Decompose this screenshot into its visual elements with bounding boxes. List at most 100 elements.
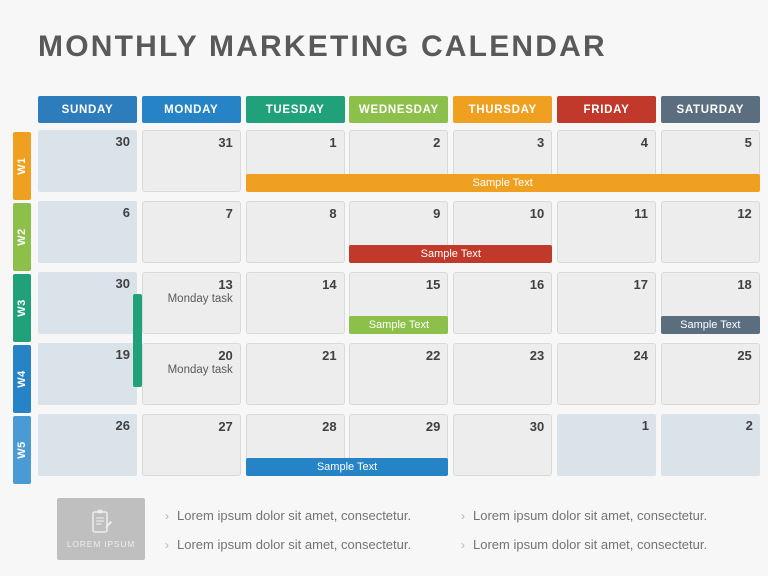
day-cell[interactable]: 19 (38, 343, 137, 405)
day-header-sunday[interactable]: SUNDAY (38, 96, 137, 123)
day-number: 20 (218, 348, 233, 363)
calendar-event-label: Sample Text (420, 248, 481, 260)
calendar-event-label: Sample Text (316, 461, 378, 473)
day-cell[interactable]: 17 (557, 272, 656, 334)
clipboard-pencil-icon (89, 509, 113, 535)
day-header-thursday[interactable]: THURSDAY (453, 96, 553, 123)
day-cell[interactable]: 30 (38, 272, 137, 334)
day-number: 13 (218, 277, 233, 292)
day-cell[interactable]: 2 (660, 414, 760, 476)
day-header-wednesday[interactable]: WEDNESDAY (349, 96, 449, 123)
footer-bullet-text: Lorem ipsum dolor sit amet, consectetur. (177, 537, 412, 552)
day-number: 26 (115, 418, 130, 433)
calendar-event-bar[interactable]: Sample Text (245, 174, 760, 192)
day-cell[interactable]: 30 (453, 414, 553, 476)
day-cell[interactable]: 31 (141, 130, 241, 192)
day-header-tuesday[interactable]: TUESDAY (245, 96, 345, 123)
day-number: 6 (122, 205, 130, 220)
day-number: 8 (329, 206, 337, 221)
chevron-right-icon: › (165, 508, 169, 523)
week-label-text: W5 (16, 441, 28, 459)
day-cell[interactable]: 25 (660, 343, 760, 405)
day-number: 19 (115, 347, 130, 362)
day-cell[interactable]: 21 (245, 343, 345, 405)
footer: LOREM IPSUM › Lorem ipsum dolor sit amet,… (57, 498, 757, 562)
footer-icon-label: LOREM IPSUM (66, 539, 136, 549)
day-header-monday[interactable]: MONDAY (141, 96, 241, 123)
day-cell[interactable]: 7 (141, 201, 241, 263)
footer-icon-box[interactable]: LOREM IPSUM (57, 498, 145, 560)
day-cell[interactable]: 6 (38, 201, 137, 263)
day-cell[interactable]: 20 Monday task (141, 343, 241, 405)
day-header-label: FRIDAY (583, 103, 630, 116)
day-cell[interactable]: 1 (557, 414, 656, 476)
day-number: 28 (322, 419, 337, 434)
day-number: 25 (737, 348, 752, 363)
day-header-label: MONDAY (164, 103, 219, 116)
day-number: 5 (744, 135, 752, 150)
week-label-text: W2 (16, 228, 28, 246)
day-number: 1 (641, 418, 649, 433)
footer-bullet-item: › Lorem ipsum dolor sit amet, consectetur… (461, 530, 757, 559)
day-header-label: SATURDAY (676, 103, 745, 116)
day-number: 24 (633, 348, 648, 363)
day-number: 14 (322, 277, 337, 292)
task-span-marker[interactable] (132, 294, 142, 387)
day-header-row: SUNDAY MONDAY TUESDAY WEDNESDAY THURSDAY FRID… (38, 96, 765, 123)
day-cell[interactable]: 26 (38, 414, 137, 476)
calendar-event-bar[interactable]: Sample Text (245, 458, 449, 476)
day-cell[interactable]: 13 Monday task (141, 272, 241, 334)
day-number: 31 (218, 135, 233, 150)
day-cell[interactable]: 23 (453, 343, 553, 405)
day-header-friday[interactable]: FRIDAY (557, 96, 656, 123)
day-number: 30 (115, 276, 130, 291)
day-cell[interactable]: 22 (349, 343, 449, 405)
day-cell[interactable]: 27 (141, 414, 241, 476)
page-title: MONTHLY MARKETING CALENDAR (38, 30, 607, 63)
day-header-label: SUNDAY (61, 103, 114, 116)
footer-bullet-item: › Lorem ipsum dolor sit amet, consectetur… (165, 530, 461, 559)
day-cell[interactable]: 14 (245, 272, 345, 334)
day-number: 18 (737, 277, 752, 292)
day-number: 21 (322, 348, 337, 363)
footer-bullet-item: › Lorem ipsum dolor sit amet, consectetur… (165, 501, 461, 530)
day-number: 22 (425, 348, 441, 363)
day-number: 11 (634, 206, 648, 221)
footer-bullet-list: › Lorem ipsum dolor sit amet, consectetur… (165, 501, 757, 559)
week-label-w5: W5 (13, 416, 31, 484)
day-number: 2 (745, 418, 753, 433)
footer-bullet-item: › Lorem ipsum dolor sit amet, consectetur… (461, 501, 757, 530)
day-cell[interactable]: 12 (660, 201, 760, 263)
day-number: 17 (633, 277, 648, 292)
calendar-event-label: Sample Text (680, 319, 741, 331)
day-header-label: TUESDAY (265, 103, 325, 116)
day-cell[interactable]: 24 (557, 343, 656, 405)
week-label-w4: W4 (13, 345, 31, 413)
day-cell[interactable]: 30 (38, 130, 137, 192)
day-header-label: THURSDAY (468, 103, 537, 116)
day-task-text: Monday task (167, 293, 233, 305)
day-cell[interactable]: 8 (245, 201, 345, 263)
day-number: 7 (225, 206, 233, 221)
calendar-event-bar[interactable]: Sample Text (660, 316, 760, 334)
footer-bullet-text: Lorem ipsum dolor sit amet, consectetur. (473, 508, 708, 523)
chevron-right-icon: › (461, 508, 465, 523)
calendar-event-bar[interactable]: Sample Text (349, 316, 449, 334)
day-number: 27 (218, 419, 233, 434)
week-label-text: W1 (16, 157, 28, 175)
day-cell[interactable]: 16 (453, 272, 553, 334)
day-number: 4 (640, 135, 648, 150)
day-number: 15 (425, 277, 441, 292)
day-number: 10 (529, 206, 545, 221)
chevron-right-icon: › (165, 537, 169, 552)
week-label-w3: W3 (13, 274, 31, 342)
day-number: 9 (433, 206, 441, 221)
day-cell[interactable]: 11 (557, 201, 656, 263)
day-number: 12 (737, 206, 752, 221)
calendar-event-bar[interactable]: Sample Text (349, 245, 553, 263)
footer-bullet-text: Lorem ipsum dolor sit amet, consectetur. (473, 537, 708, 552)
calendar: W1 W2 W3 W4 W5 SUNDAY MONDAY TUESDAY WEDNESDAY T… (13, 96, 765, 486)
day-number: 3 (536, 135, 545, 150)
day-header-saturday[interactable]: SATURDAY (660, 96, 760, 123)
week-label-text: W4 (16, 370, 28, 388)
